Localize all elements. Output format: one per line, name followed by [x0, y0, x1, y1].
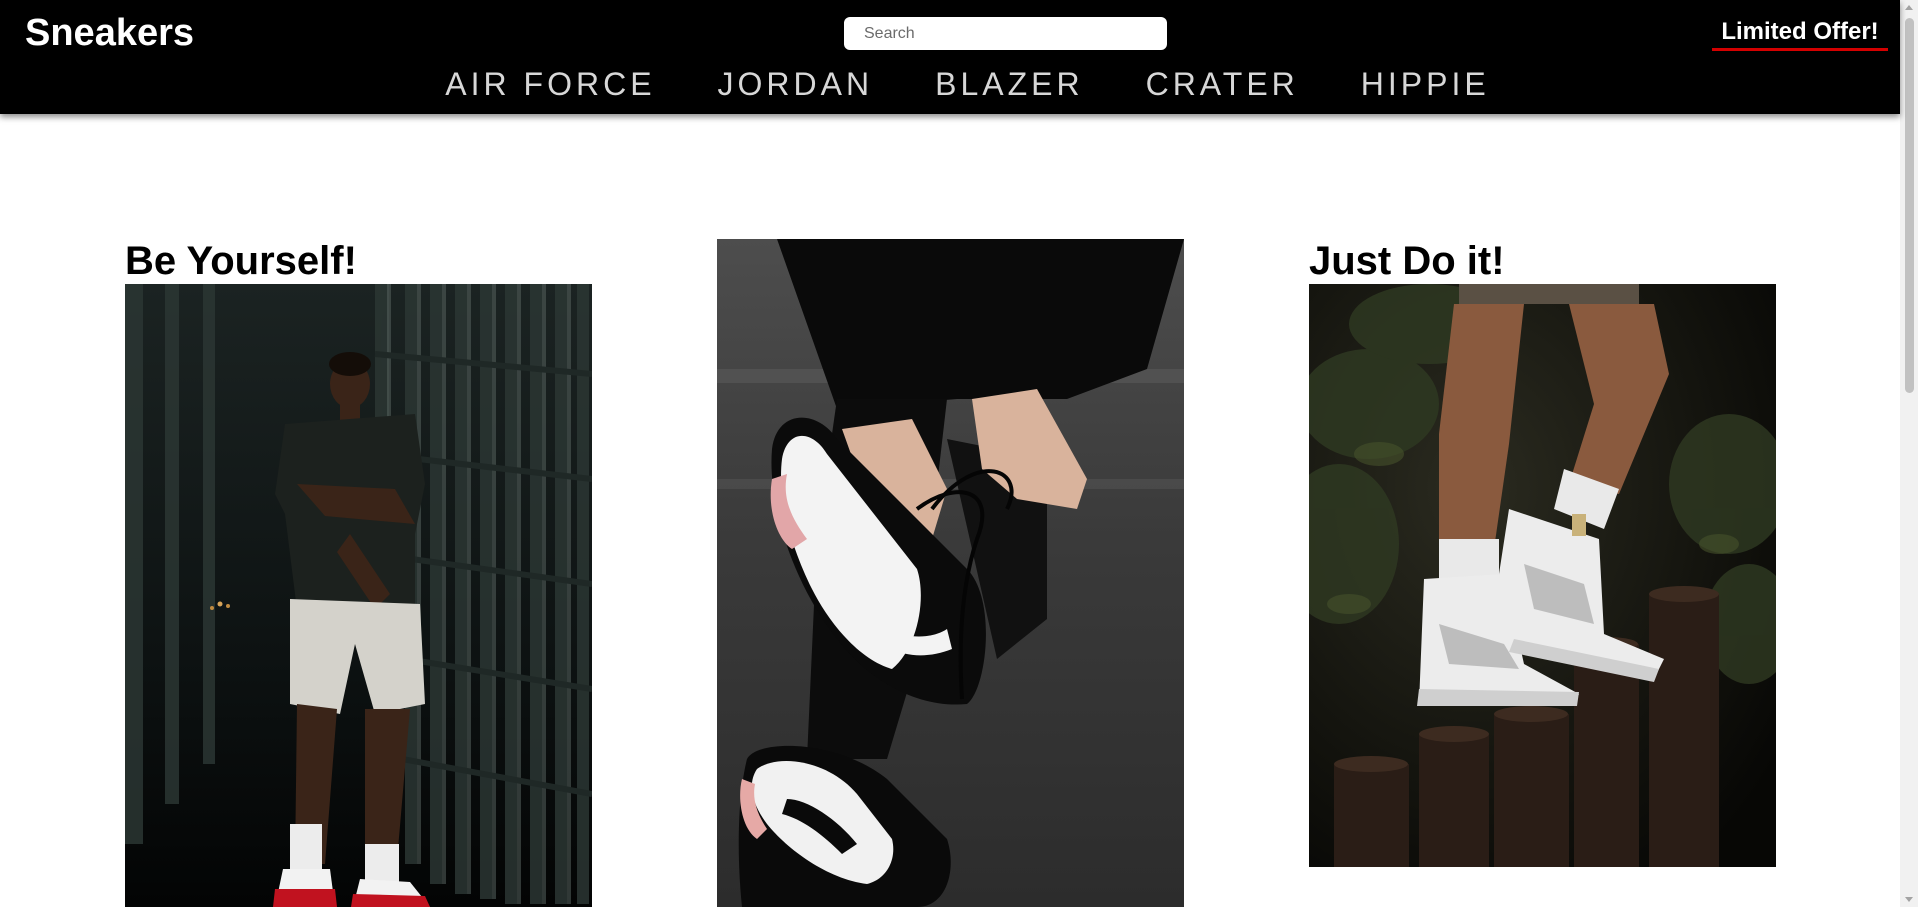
scroll-up-arrow-icon[interactable]	[1905, 5, 1913, 10]
card-title-be-yourself: Be Yourself!	[125, 239, 357, 283]
card-title-just-do-it: Just Do it!	[1309, 239, 1505, 283]
brand-nav: AIR FORCE JORDAN BLAZER CRATER HIPPIE	[0, 62, 1900, 106]
nav-item-hippie[interactable]: HIPPIE	[1361, 66, 1490, 103]
photo-man-in-sneakers[interactable]	[125, 284, 592, 907]
photo-lacing-sneaker[interactable]	[717, 239, 1184, 907]
scroll-down-arrow-icon[interactable]	[1905, 897, 1913, 902]
vertical-scrollbar[interactable]	[1900, 0, 1918, 907]
nav-item-jordan[interactable]: JORDAN	[718, 66, 874, 103]
scroll-thumb[interactable]	[1905, 18, 1914, 393]
site-header: Sneakers Limited Offer! AIR FORCE JORDAN…	[0, 0, 1900, 114]
limited-offer-link[interactable]: Limited Offer!	[1712, 17, 1888, 51]
page: Sneakers Limited Offer! AIR FORCE JORDAN…	[0, 0, 1918, 907]
search-input[interactable]	[844, 17, 1167, 50]
photo-lacing-sneaker-icon	[717, 239, 1184, 907]
nav-item-air-force[interactable]: AIR FORCE	[445, 66, 655, 103]
nav-item-crater[interactable]: CRATER	[1146, 66, 1299, 103]
search-box[interactable]	[844, 17, 1167, 50]
photo-white-high-tops-icon	[1309, 284, 1776, 867]
photo-man-in-sneakers-icon	[125, 284, 592, 907]
site-logo[interactable]: Sneakers	[25, 10, 194, 56]
nav-item-blazer[interactable]: BLAZER	[935, 66, 1083, 103]
photo-white-high-tops[interactable]	[1309, 284, 1776, 867]
